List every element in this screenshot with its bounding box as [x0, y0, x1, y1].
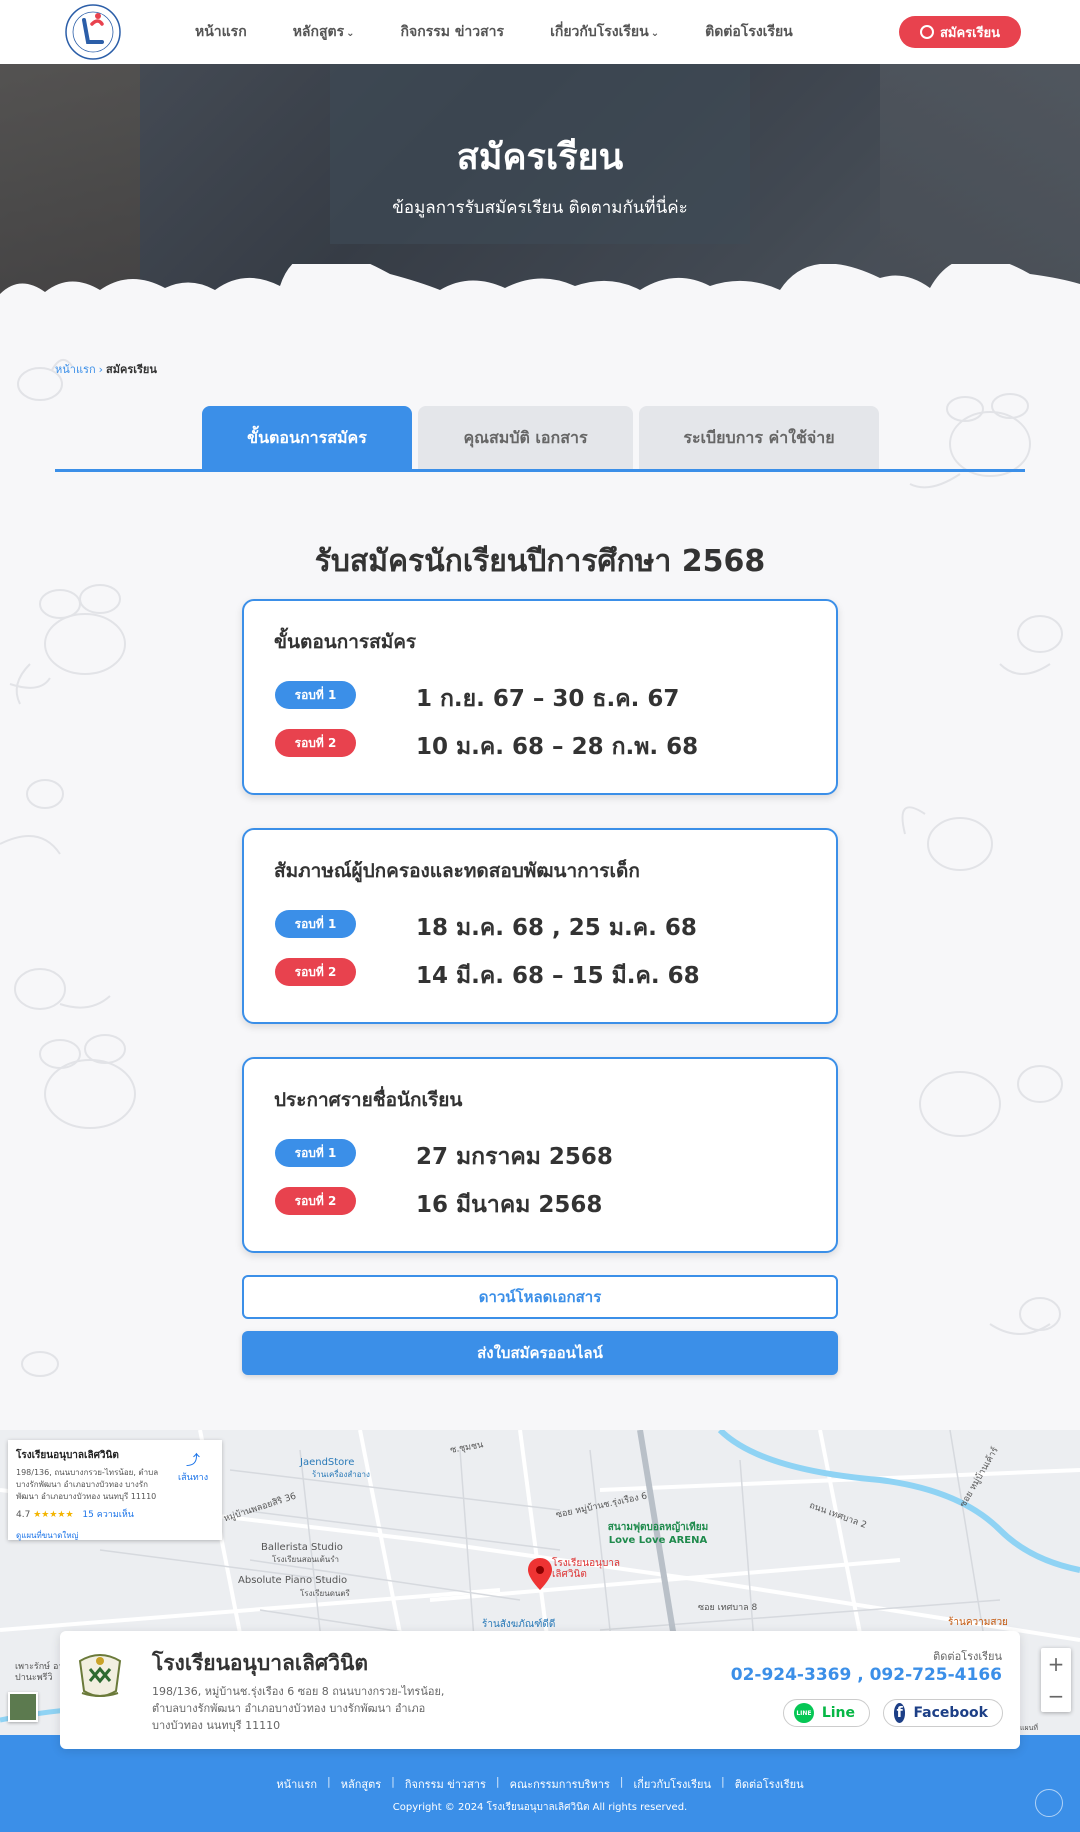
chevron-down-icon: ⌄ — [346, 28, 355, 39]
round-2-date: 10 ม.ค. 68 – 28 ก.พ. 68 — [416, 734, 699, 760]
submit-online-application-button[interactable]: ส่งใบสมัครออนไลน์ — [242, 1331, 838, 1375]
round-1-badge: รอบที่ 1 — [275, 1139, 356, 1167]
hero-subtitle: ข้อมูลการรับสมัครเรียน ติดตามกันที่นี่ค่… — [392, 198, 688, 218]
map-label-absolute-sub: โรงเรียนดนตรี — [300, 1589, 350, 1598]
footer-link-home[interactable]: หน้าแรก — [276, 1775, 317, 1793]
top-navbar: หน้าแรก หลักสูตร ⌄ กิจกรรม ข่าวสาร เกี่ยว… — [0, 0, 1080, 64]
footer: หน้าแรก | หลักสูตร | กิจกรรม ข่าวสาร | คณะก… — [0, 1735, 1080, 1832]
footer-link-about[interactable]: เกี่ยวกับโรงเรียน — [634, 1775, 712, 1793]
star-rating-icon: ★★★★★ — [33, 1510, 74, 1520]
breadcrumb-home[interactable]: หน้าแรก — [55, 363, 96, 376]
nav-curriculum[interactable]: หลักสูตร ⌄ — [293, 21, 355, 43]
schedule-card-interview: สัมภาษณ์ผู้ปกครองและทดสอบพัฒนาการเด็ก รอ… — [242, 828, 838, 1024]
round-1-date: 27 มกราคม 2568 — [416, 1144, 613, 1170]
satellite-toggle[interactable] — [8, 1692, 38, 1722]
directions-link[interactable]: ⤴ เส้นทาง — [178, 1450, 208, 1484]
map-label-beauty[interactable]: ร้านความสวย — [948, 1615, 1008, 1630]
apply-icon — [919, 25, 934, 39]
map-label-jaend[interactable]: JaendStore — [300, 1457, 354, 1468]
map-zoom-control: + − — [1041, 1648, 1071, 1712]
map-label-ballerista[interactable]: Ballerista Studio — [261, 1542, 343, 1553]
school-address: 198/136, หมู่บ้านช.รุ่งเรือง 6 ซอย 8 ถนน… — [152, 1685, 445, 1732]
tab-application-steps[interactable]: ขั้นตอนการสมัคร — [202, 406, 412, 470]
map-label-edge: เพาะรักษ์ อาปานะพรีวิ — [15, 1662, 64, 1683]
school-crest-logo — [78, 1654, 122, 1697]
apply-button[interactable]: สมัครเรียน — [899, 16, 1021, 48]
contact-card: โรงเรียนอนุบาลเลิศวินิต 198/136, หมู่บ้า… — [60, 1631, 1020, 1749]
map-reviews-link[interactable]: 15 ความเห็น — [82, 1510, 134, 1520]
facebook-button[interactable]: f Facebook — [883, 1699, 1003, 1727]
card-title: สัมภาษณ์ผู้ปกครองและทดสอบพัฒนาการเด็ก — [274, 860, 640, 882]
map-label-soi2: ซอย เทศบาล 8 — [698, 1603, 758, 1613]
map-label-ballerista-sub: โรงเรียนสอนเต้นรำ — [272, 1555, 340, 1564]
card-title: ประกาศรายชื่อนักเรียน — [274, 1089, 463, 1111]
footer-link-curriculum[interactable]: หลักสูตร — [341, 1775, 381, 1793]
map-label-school[interactable]: โรงเรียนอนุบาล เลิศวินิต — [552, 1558, 632, 1580]
chevron-down-icon: ⌄ — [650, 28, 660, 39]
nav-activities[interactable]: กิจกรรม ข่าวสาร — [401, 21, 505, 43]
zoom-in-button[interactable]: + — [1041, 1648, 1071, 1680]
map-credit: แผนที่ — [1020, 1724, 1039, 1732]
breadcrumb: หน้าแรก › สมัครเรียน — [55, 360, 157, 378]
round-2-badge: รอบที่ 2 — [275, 1187, 356, 1215]
breadcrumb-separator: › — [98, 363, 104, 376]
map-place-address: 198/136, ถนนบางกรวย-ไทรน้อย, ตำบลบางรักพ… — [16, 1468, 159, 1501]
map-label-shop[interactable]: ร้านสังฆภัณฑ์ดีดี — [482, 1617, 555, 1632]
download-documents-button[interactable]: ดาวน์โหลดเอกสาร — [242, 1275, 838, 1319]
tab-qualifications[interactable]: คุณสมบัติ เอกสาร — [418, 406, 633, 470]
round-1-date: 18 ม.ค. 68 , 25 ม.ค. 68 — [416, 915, 697, 941]
line-icon: LINE — [794, 1703, 814, 1723]
section-title: รับสมัครนักเรียนปีการศึกษา 2568 — [314, 544, 766, 579]
footer-links: หน้าแรก | หลักสูตร | กิจกรรม ข่าวสาร | คณะก… — [276, 1775, 804, 1793]
scroll-to-top-button[interactable] — [1035, 1789, 1063, 1817]
round-2-date: 16 มีนาคม 2568 — [416, 1192, 603, 1218]
map-label-absolute[interactable]: Absolute Piano Studio — [238, 1575, 347, 1586]
tab-regulations-fees[interactable]: ระเบียบการ ค่าใช้จ่าย — [639, 406, 879, 470]
nav-home[interactable]: หน้าแรก — [195, 21, 247, 43]
nav-about[interactable]: เกี่ยวกับโรงเรียน ⌄ — [550, 21, 659, 43]
footer-link-contact[interactable]: ติดต่อโรงเรียน — [735, 1775, 804, 1793]
facebook-icon: f — [894, 1703, 906, 1723]
hero-banner: สมัครเรียน ข้อมูลการรับสมัครเรียน ติดตาม… — [0, 64, 1080, 314]
contact-label: ติดต่อโรงเรียน — [933, 1650, 1002, 1663]
round-1-badge: รอบที่ 1 — [275, 681, 356, 709]
directions-icon: ⤴ — [186, 1453, 201, 1469]
nav-contact[interactable]: ติดต่อโรงเรียน — [705, 21, 793, 43]
schedule-card-announcement: ประกาศรายชื่อนักเรียน รอบที่ 1 27 มกราคม… — [242, 1057, 838, 1253]
map-place-rating: 4.7 ★★★★★ 15 ความเห็น — [16, 1510, 134, 1520]
breadcrumb-current: สมัครเรียน — [106, 363, 157, 376]
schedule-card-application: ขั้นตอนการสมัคร รอบที่ 1 1 ก.ย. 67 – 30 … — [242, 599, 838, 795]
footer-link-board[interactable]: คณะกรรมการบริหาร — [510, 1775, 610, 1793]
school-logo[interactable] — [60, 2, 126, 62]
card-title: ขั้นตอนการสมัคร — [274, 631, 417, 653]
tab-bar: ขั้นตอนการสมัคร คุณสมบัติ เอกสาร ระเบียบ… — [202, 406, 879, 470]
round-2-badge: รอบที่ 2 — [275, 729, 356, 757]
contact-phones[interactable]: 02-924-3369 , 092-725-4166 — [731, 1665, 1002, 1685]
hero-title: สมัครเรียน — [456, 137, 624, 178]
round-2-badge: รอบที่ 2 — [275, 958, 356, 986]
school-name: โรงเรียนอนุบาลเลิศวินิต — [152, 1651, 369, 1675]
round-1-badge: รอบที่ 1 — [275, 910, 356, 938]
copyright: Copyright © 2024 โรงเรียนอนุบาลเลิศวินิต… — [392, 1802, 688, 1813]
map-label-arena[interactable]: สนามฟุตบอลหญ้าเทียม Love Love ARENA — [598, 1520, 718, 1546]
view-larger-map-link[interactable]: ดูแผนที่ขนาดใหญ่ — [16, 1529, 214, 1542]
zoom-out-button[interactable]: − — [1041, 1680, 1071, 1712]
tab-underline — [55, 469, 1025, 472]
line-button[interactable]: LINE Line — [783, 1699, 870, 1727]
map-info-card: โรงเรียนอนุบาลเลิศวินิต 198/136, ถนนบางก… — [8, 1440, 222, 1540]
footer-link-activities[interactable]: กิจกรรม ข่าวสาร — [405, 1775, 486, 1793]
cloud-border — [0, 264, 1080, 314]
map-label-jaend-sub: ร้านเครื่องสำอาง — [312, 1470, 370, 1479]
round-2-date: 14 มี.ค. 68 – 15 มี.ค. 68 — [416, 963, 700, 989]
round-1-date: 1 ก.ย. 67 – 30 ธ.ค. 67 — [416, 686, 680, 712]
